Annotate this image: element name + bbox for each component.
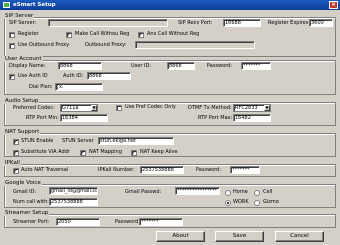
- auto-nat-traversal-label: Auto NAT Traversal: [21, 167, 69, 173]
- use-pref-codec-only-label: Use Pref Codec Only: [125, 104, 176, 110]
- google-voice-group-label: Google Voice: [4, 180, 42, 186]
- title-bar: eSmart Setup ×: [0, 0, 340, 10]
- ipkall-password-label: Password:: [196, 167, 222, 173]
- chevron-down-icon: ▼: [264, 105, 270, 111]
- dial-plan-input[interactable]: [x.: [55, 83, 103, 91]
- radio-work-label: WORK: [233, 199, 249, 205]
- use-auth-id-label: Use Auth ID: [18, 73, 48, 79]
- gmail-id-label: Gmail ID:: [13, 189, 37, 195]
- nat-keep-alive-checkbox[interactable]: ✓: [131, 150, 137, 156]
- user-id-input[interactable]: 8868: [167, 62, 195, 70]
- nat-keep-alive-label: NAT Keep Alive: [140, 149, 178, 155]
- ipkall-number-label: IPKall Number:: [98, 167, 135, 173]
- radio-gizmo-label: Gizmo: [263, 199, 279, 205]
- auth-id-label: Auth ID:: [63, 73, 84, 79]
- radio-cell[interactable]: [254, 190, 260, 196]
- streamer-password-input[interactable]: *******: [139, 218, 183, 226]
- rtp-port-min-input[interactable]: 16384: [60, 114, 108, 122]
- close-icon: ×: [330, 1, 337, 8]
- use-outbound-proxy-label: Use Outbound Proxy: [18, 42, 70, 48]
- auto-nat-traversal-checkbox[interactable]: ✓: [13, 168, 19, 174]
- num-call-with-label: Num call with:: [13, 199, 49, 205]
- make-call-without-reg-checkbox[interactable]: ✓: [66, 32, 72, 38]
- save-button[interactable]: Save: [215, 231, 264, 242]
- about-button[interactable]: About: [156, 231, 205, 242]
- streamer-port-input[interactable]: 2050: [56, 218, 100, 226]
- outbound-proxy-input[interactable]: [135, 41, 255, 49]
- rtp-port-max-label: RTP Port Max:: [198, 115, 233, 121]
- nat-support-group-label: NAT Support: [4, 129, 41, 135]
- nat-mapping-checkbox[interactable]: ✓: [80, 150, 86, 156]
- streamer-setup-group-label: Streamer Setup: [4, 210, 50, 216]
- num-call-with-input[interactable]: 2537538888: [49, 198, 98, 206]
- app-icon: [3, 2, 10, 8]
- sip-server-group-label: SIP Server: [4, 13, 35, 19]
- ipkall-group-label: IPKall: [4, 160, 21, 166]
- user-id-label: User ID:: [131, 63, 151, 69]
- sip-server-label: SIP Server:: [9, 20, 37, 26]
- dial-plan-label: Dial Plan:: [29, 84, 53, 90]
- preferred-codec-select[interactable]: G711a ▼: [60, 104, 98, 112]
- rtp-port-max-input[interactable]: 16482: [233, 114, 271, 122]
- preferred-codec-value: G711a: [62, 105, 79, 111]
- ipkall-password-input[interactable]: *******: [230, 166, 260, 174]
- substitute-via-addr-label: Substitute VIA Addr: [21, 149, 70, 155]
- use-pref-codec-only-checkbox[interactable]: [116, 105, 122, 111]
- password-label: Password:: [207, 63, 233, 69]
- use-outbound-proxy-checkbox[interactable]: [9, 43, 15, 49]
- window-title: eSmart Setup: [13, 2, 56, 8]
- stun-server-label: STUN Server: [62, 138, 94, 144]
- chevron-down-icon: ▼: [91, 105, 97, 111]
- outbound-proxy-label: Outbound Proxy:: [85, 42, 127, 48]
- nat-mapping-label: NAT Mapping: [89, 149, 122, 155]
- radio-gizmo[interactable]: [254, 200, 260, 206]
- sip-server-input[interactable]: [48, 19, 168, 27]
- cancel-button[interactable]: Cancel: [275, 231, 324, 242]
- register-label: Register: [18, 31, 39, 37]
- make-call-without-reg-label: Make Call Withou Reg: [75, 31, 130, 37]
- password-input[interactable]: *******: [241, 62, 271, 70]
- register-checkbox[interactable]: [9, 32, 15, 38]
- sip-recv-port-label: SIP Recv Port:: [178, 20, 213, 26]
- substitute-via-addr-checkbox[interactable]: ✓: [13, 150, 19, 156]
- dtmf-tx-method-value: RFC2833: [235, 105, 258, 111]
- radio-home[interactable]: [225, 190, 231, 196]
- close-button[interactable]: ×: [329, 1, 338, 9]
- dtmf-tx-method-label: DTMF Tx Method:: [188, 105, 232, 111]
- dtmf-tx-method-select[interactable]: RFC2833 ▼: [233, 104, 271, 112]
- streamer-password-label: Password:: [115, 219, 141, 225]
- radio-work[interactable]: [225, 200, 231, 206]
- ans-call-without-reg-label: Ans Call Without Reg: [147, 31, 200, 37]
- radio-cell-label: Cell: [263, 189, 273, 195]
- audio-setup-group-label: Audio Setup: [4, 98, 40, 104]
- user-account-group-label: User Account: [4, 56, 43, 62]
- stun-enable-checkbox[interactable]: ✓: [13, 139, 19, 145]
- gmail-id-input[interactable]: gmail_id@gmail.com: [49, 187, 98, 195]
- stun-server-input[interactable]: stun.ekiga.net: [98, 137, 174, 145]
- ans-call-without-reg-checkbox[interactable]: ✓: [138, 32, 144, 38]
- register-expires-label: Register Expires:: [268, 20, 311, 26]
- sip-recv-port-input[interactable]: 16688: [223, 19, 261, 27]
- stun-enable-label: STUN Enable: [21, 138, 54, 144]
- auth-id-input[interactable]: 8868: [87, 72, 131, 80]
- gmail-password-input[interactable]: ****************: [175, 187, 220, 195]
- use-auth-id-checkbox[interactable]: ✓: [9, 74, 15, 80]
- rtp-port-min-label: RTP Port Min:: [26, 115, 59, 121]
- preferred-codec-label: Preferred Codec:: [13, 105, 55, 111]
- radio-home-label: Home: [233, 189, 248, 195]
- streamer-port-label: Streamer Port:: [13, 219, 50, 225]
- ipkall-number-input[interactable]: 2537538888: [140, 166, 184, 174]
- register-expires-input[interactable]: 3600: [309, 19, 333, 27]
- display-name-input[interactable]: 8868: [58, 62, 102, 70]
- gmail-password-label: Gmail Passwd:: [125, 189, 162, 195]
- display-name-label: Display Name:: [9, 63, 46, 69]
